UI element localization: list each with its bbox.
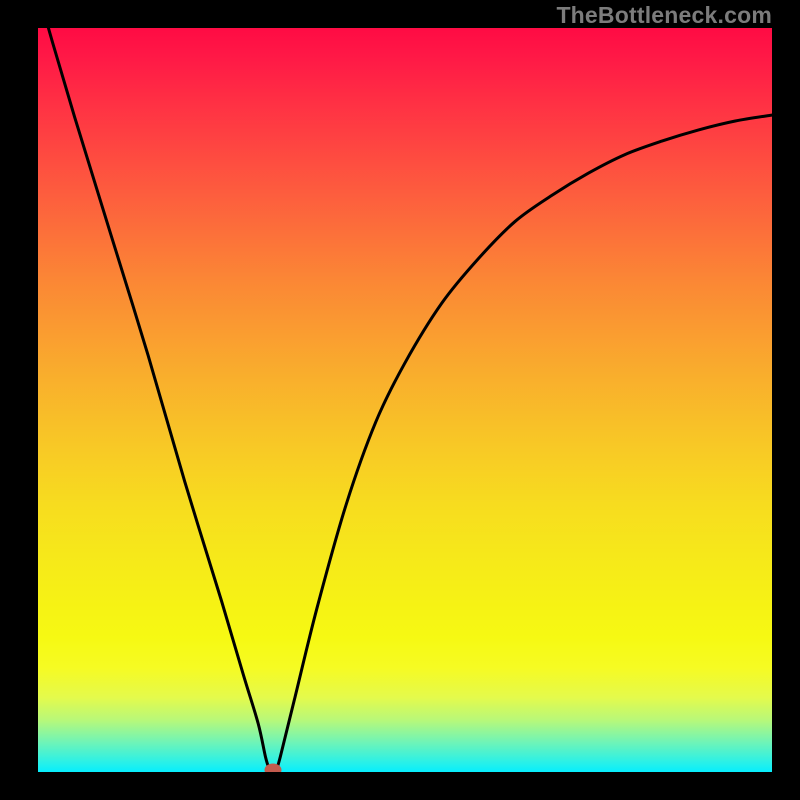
attribution-text: TheBottleneck.com xyxy=(556,2,772,29)
plot-area xyxy=(38,28,772,772)
minimum-marker xyxy=(264,763,281,772)
bottleneck-curve xyxy=(38,28,772,770)
chart-frame: TheBottleneck.com xyxy=(0,0,800,800)
curve-svg xyxy=(38,28,772,772)
